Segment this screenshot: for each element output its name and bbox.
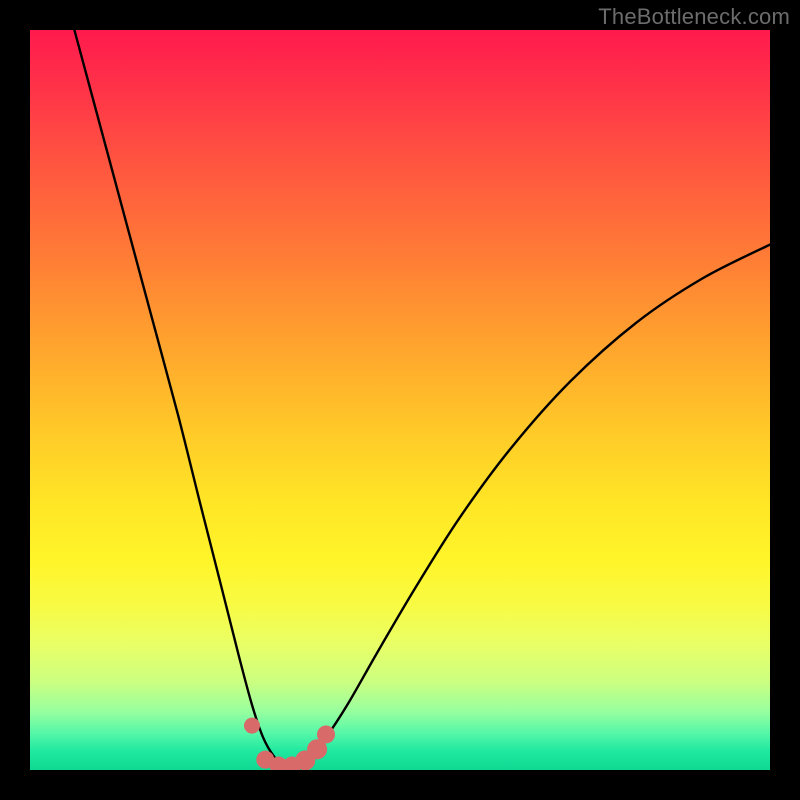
bottleneck-curve-path (74, 30, 770, 768)
chart-svg (30, 30, 770, 770)
highlight-dot (244, 718, 260, 734)
highlight-dot (317, 725, 335, 743)
outer-frame: TheBottleneck.com (0, 0, 800, 800)
highlight-markers (244, 718, 335, 770)
chart-plot-area (30, 30, 770, 770)
watermark-text: TheBottleneck.com (598, 4, 790, 30)
